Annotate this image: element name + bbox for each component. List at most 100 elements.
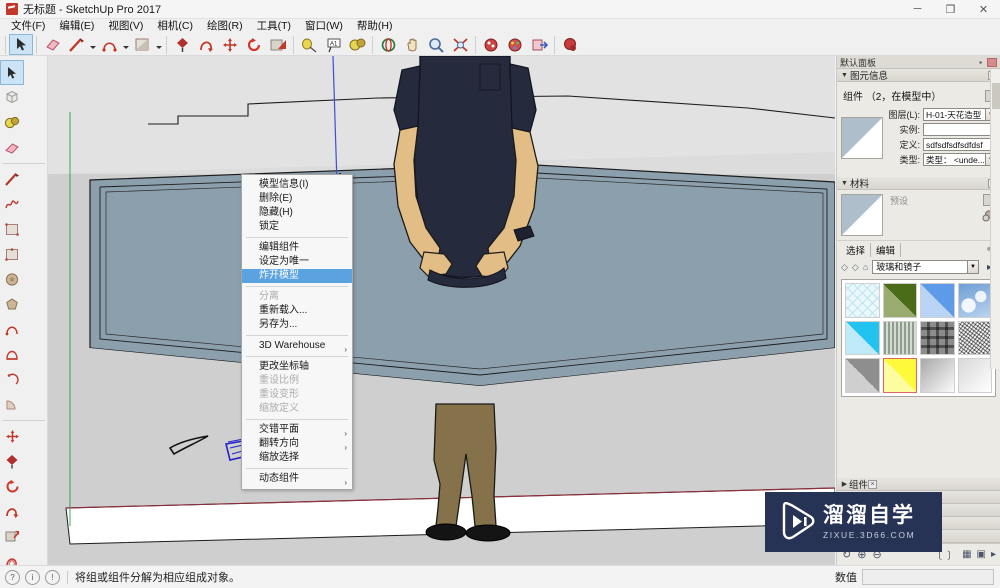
ctx-hide[interactable]: 隐藏(H) (242, 206, 352, 220)
pan-tool-button[interactable] (400, 34, 424, 55)
followme-tool-button[interactable] (0, 499, 24, 524)
swatch-glass-green[interactable] (882, 283, 917, 318)
text-tool-button[interactable]: A1 (321, 34, 345, 55)
bracket-right-icon[interactable]: 〕 (947, 547, 957, 562)
info-icon[interactable]: i (25, 569, 40, 585)
swatch-mirror-noise[interactable] (957, 320, 992, 355)
menu-edit[interactable]: 编辑(E) (52, 19, 101, 34)
pie-tool-button[interactable] (0, 392, 24, 417)
line-tool-button[interactable] (0, 167, 24, 192)
materials-header[interactable]: ▼ 材料 × (837, 177, 1000, 190)
pushpull-tool-button[interactable] (0, 449, 24, 474)
entity-type-combo[interactable]: 类型： <unde... ▼ (923, 153, 997, 166)
panel-components-close-icon[interactable]: × (868, 479, 878, 489)
tab-select[interactable]: 选择 (841, 243, 872, 257)
tab-edit[interactable]: 编辑 (871, 243, 902, 257)
eraser-tool-button[interactable] (0, 135, 24, 160)
line-tool-caret[interactable] (88, 34, 97, 55)
freehand-tool-button[interactable] (0, 192, 24, 217)
orbit-tool-button[interactable] (376, 34, 400, 55)
scale-tool-button[interactable] (0, 524, 24, 549)
swatch-mirror-blocks[interactable] (920, 320, 955, 355)
lock-icon[interactable]: ▣ (977, 549, 986, 560)
two-point-arc-tool-button[interactable] (0, 342, 24, 367)
swatch-glass-sky[interactable] (957, 283, 992, 318)
rotate-tool-button[interactable] (242, 34, 266, 55)
context-menu[interactable]: 模型信息(I) 删除(E) 隐藏(H) 锁定 编辑组件 设定为唯一 炸开模型 分… (241, 174, 353, 490)
move-tool-button[interactable] (0, 424, 24, 449)
tray-scrollbar[interactable] (990, 69, 1000, 369)
swatch-glass-grid[interactable] (845, 283, 880, 318)
material-library-select[interactable]: 玻璃和镜子 ▼ (872, 260, 979, 274)
entity-layer-combo[interactable]: H-01-天花造型 ▼ (923, 108, 997, 121)
model-viewport[interactable]: 模型信息(I) 删除(E) 隐藏(H) 锁定 编辑组件 设定为唯一 炸开模型 分… (48, 56, 835, 565)
ctx-flip-along[interactable]: 翻转方向 › (242, 437, 352, 452)
maximize-button[interactable]: ❐ (934, 0, 967, 19)
menu-draw[interactable]: 绘图(R) (200, 19, 250, 34)
rectangle-tool-button[interactable] (130, 34, 154, 55)
menu-tools[interactable]: 工具(T) (250, 19, 298, 34)
ctx-edit-component[interactable]: 编辑组件 (242, 241, 352, 255)
warning-icon[interactable]: ! (45, 569, 60, 585)
offset-tool-button[interactable] (266, 34, 290, 55)
entity-info-header[interactable]: ▼ 图元信息 × (837, 69, 1000, 82)
ctx-change-axes[interactable]: 更改坐标轴 (242, 360, 352, 374)
style-tool-button[interactable] (479, 34, 503, 55)
help-icon[interactable]: ? (5, 569, 20, 585)
export-tool-button[interactable] (527, 34, 551, 55)
paint-bucket-tool-button[interactable] (0, 110, 24, 135)
swatch-mirror-white[interactable] (957, 358, 992, 393)
ctx-lock[interactable]: 锁定 (242, 220, 352, 234)
pushpull-tool-button[interactable] (170, 34, 194, 55)
rectangle-tool-button[interactable] (0, 217, 24, 242)
ctx-make-unique[interactable]: 设定为唯一 (242, 255, 352, 269)
ctx-3d-warehouse[interactable]: 3D Warehouse › (242, 339, 352, 354)
rectangle-tool-caret[interactable] (154, 34, 163, 55)
arc-tool-caret[interactable] (121, 34, 130, 55)
shadow-tool-button[interactable] (558, 34, 582, 55)
swatch-mirror-gradient[interactable] (920, 358, 955, 393)
close-icon[interactable] (987, 57, 997, 67)
select-tool-button[interactable] (0, 60, 24, 85)
chevron-down-icon[interactable]: ▼ (967, 260, 979, 274)
swatch-glass-cyan[interactable] (845, 320, 880, 355)
arc-tool-button[interactable] (97, 34, 121, 55)
grid-view-icon[interactable]: ▦ (962, 549, 971, 560)
menu-camera[interactable]: 相机(C) (150, 19, 200, 34)
ctx-model-info[interactable]: 模型信息(I) (242, 178, 352, 192)
ctx-zoom-selection[interactable]: 缩放选择 (242, 451, 352, 465)
menu-window[interactable]: 窗口(W) (298, 19, 350, 34)
zoom-extents-tool-button[interactable] (448, 34, 472, 55)
rotate-tool-button[interactable] (0, 474, 24, 499)
make-component-tool-button[interactable] (0, 85, 24, 110)
arc-tool-button[interactable] (0, 317, 24, 342)
polygon-tool-button[interactable] (0, 292, 24, 317)
entity-instance-input[interactable] (923, 123, 997, 136)
three-point-arc-tool-button[interactable] (0, 367, 24, 392)
home-icon[interactable]: ⌂ (863, 262, 868, 272)
back-arrow-icon[interactable]: ◇ (841, 262, 848, 273)
ctx-explode[interactable]: 炸开模型 (242, 269, 352, 283)
ctx-reload[interactable]: 重新载入... (242, 304, 352, 318)
ctx-save-as[interactable]: 另存为... (242, 318, 352, 332)
measurement-input[interactable] (862, 569, 994, 585)
swatch-glass-gray[interactable] (845, 358, 880, 393)
materials-tool-button[interactable] (503, 34, 527, 55)
ctx-dynamic-components[interactable]: 动态组件 › (242, 472, 352, 487)
detail-arrow-icon[interactable]: ▸ (991, 549, 996, 560)
paint-bucket-tool-button[interactable] (345, 34, 369, 55)
close-button[interactable]: ✕ (967, 0, 1000, 19)
menu-file[interactable]: 文件(F) (4, 19, 52, 34)
menu-view[interactable]: 视图(V) (101, 19, 150, 34)
minimize-button[interactable]: ─ (901, 0, 934, 19)
line-tool-button[interactable] (64, 34, 88, 55)
entity-definition-input[interactable]: sdfsdfsdfsdfdsf (923, 138, 997, 151)
ctx-intersect-faces[interactable]: 交错平面 › (242, 423, 352, 438)
followme-tool-button[interactable] (194, 34, 218, 55)
circle-tool-button[interactable] (0, 267, 24, 292)
swatch-glass-stripes[interactable] (882, 320, 917, 355)
rotated-rectangle-tool-button[interactable] (0, 242, 24, 267)
menu-help[interactable]: 帮助(H) (350, 19, 400, 34)
swatch-glass-yellow[interactable] (882, 358, 917, 393)
pin-icon[interactable]: ▪ (976, 58, 985, 67)
